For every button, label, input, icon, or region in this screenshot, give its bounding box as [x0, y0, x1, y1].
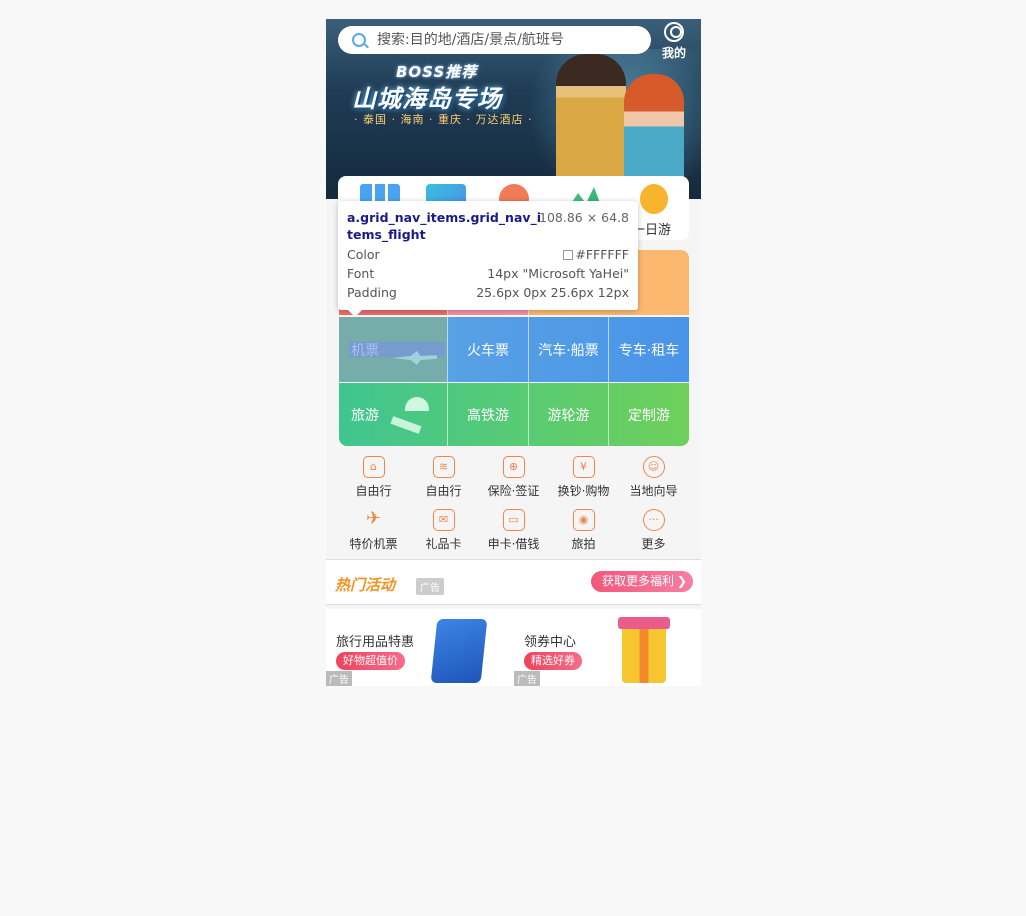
credit-card-icon: ▭ [502, 509, 525, 531]
icon-item-insurance-visa[interactable]: ⊕ 保险·签证 [476, 456, 551, 499]
grid-label-bus-ship: 汽车·船票 [538, 342, 599, 359]
grid-cell-cruise[interactable]: 游轮游 [528, 383, 608, 446]
promo-banner[interactable]: BOSS推荐 山城海岛专场 · 泰国 · 海南 · 重庆 · 万达酒店 · 我的 [326, 19, 701, 199]
inspector-padding-value: 25.6px 0px 25.6px 12px [476, 285, 629, 300]
promo-tag: 好物超值价 [336, 652, 405, 670]
icon-label: 自由行 [355, 484, 392, 498]
icon-label: 更多 [641, 537, 666, 551]
shield-icon: ⊕ [502, 456, 525, 478]
grid-row-transport: 机票 火车票 汽车·船票 专车·租车 [339, 317, 689, 382]
inspector-padding-row: Padding 25.6px 0px 25.6px 12px [347, 285, 629, 300]
color-swatch-icon [563, 250, 574, 260]
grid-label-car-rental: 专车·租车 [618, 342, 680, 359]
hot-activities-title: 热门活动 [335, 576, 396, 594]
promo-card-coupon-center[interactable]: 领券中心 精选好券 广告 [514, 609, 701, 686]
grid-cell-travel[interactable]: 旅游 [339, 383, 447, 446]
user-icon [664, 22, 684, 42]
inspector-color-row: Color #FFFFFF [347, 247, 629, 262]
inspector-color-label: Color [347, 247, 380, 262]
backpack-icon: ⌂ [362, 456, 385, 478]
wifi-card-icon: ≋ [432, 456, 455, 478]
grid-label-travel: 旅游 [351, 407, 379, 424]
banner-headline: 山城海岛专场 [352, 85, 502, 113]
icon-label: 当地向导 [629, 484, 678, 498]
grid-cell-flight[interactable]: 机票 [339, 317, 447, 382]
shopping-bag-icon: ¥ [572, 456, 595, 478]
icon-item-travel-photo[interactable]: ◉ 旅拍 [546, 509, 621, 552]
ad-label: 广告 [326, 671, 352, 686]
icon-item-credit-loan[interactable]: ▭ 申卡·借钱 [476, 509, 551, 552]
icon-label: 自由行 [425, 484, 462, 498]
inspector-font-label: Font [347, 266, 375, 281]
guide-hat-icon: ☺ [642, 456, 665, 478]
icon-item-gift-card[interactable]: ✉ 礼品卡 [406, 509, 481, 552]
grid-cell-train[interactable]: 火车票 [447, 317, 528, 382]
inspector-color-value-wrap: #FFFFFF [563, 247, 629, 262]
grid-label-cruise: 游轮游 [547, 407, 590, 424]
icon-item-exchange-shopping[interactable]: ¥ 换钞·购物 [546, 456, 621, 499]
icon-item-free-travel[interactable]: ⌂ 自由行 [336, 456, 411, 499]
icon-label: 换钞·购物 [557, 484, 610, 498]
grid-label-train: 火车票 [467, 342, 509, 359]
icon-label: 礼品卡 [425, 537, 462, 551]
banner-subline: · 泰国 · 海南 · 重庆 · 万达酒店 · [354, 113, 533, 126]
icon-item-more[interactable]: ··· 更多 [616, 509, 691, 552]
icon-label: 特价机票 [349, 537, 398, 551]
search-input[interactable] [377, 32, 637, 48]
grid-label-rail-tour: 高铁游 [467, 407, 509, 424]
icon-label: 旅拍 [571, 537, 596, 551]
promo-title: 旅行用品特惠 [336, 635, 415, 650]
inspector-padding-label: Padding [347, 285, 397, 300]
grid-cell-bus-ship[interactable]: 汽车·船票 [528, 317, 608, 382]
beach-chair-icon [390, 416, 422, 434]
icon-label: 保险·签证 [487, 484, 540, 498]
icon-item-cheap-flights[interactable]: ✈ 特价机票 [336, 509, 411, 552]
icon-label: 申卡·借钱 [487, 537, 540, 551]
hot-activities-bar: 热门活动 广告 获取更多福利 [326, 559, 701, 605]
ad-label: 广告 [514, 671, 540, 686]
grid-row-travel: 旅游 高铁游 游轮游 定制游 [339, 383, 689, 446]
ad-badge: 广告 [416, 578, 444, 595]
gift-box-icon [618, 617, 670, 683]
promo-card-travel-goods[interactable]: 旅行用品特惠 好物超值价 广告 [326, 609, 513, 686]
gift-card-icon: ✉ [432, 509, 455, 531]
search-icon [352, 33, 366, 47]
my-account-button[interactable]: 我的 [658, 22, 690, 61]
search-bar[interactable] [338, 26, 651, 54]
promo-title: 领券中心 [524, 635, 577, 650]
mobile-page: BOSS推荐 山城海岛专场 · 泰国 · 海南 · 重庆 · 万达酒店 · 我的… [326, 19, 701, 686]
inspector-font-value: 14px "Microsoft YaHei" [487, 266, 629, 281]
grid-cell-car-rental[interactable]: 专车·租车 [608, 317, 689, 382]
inspector-selector: a.grid_nav_items.grid_nav_items_flight [347, 210, 542, 242]
devtools-inspector-tooltip: a.grid_nav_items.grid_nav_items_flight 1… [338, 201, 638, 317]
camera-icon: ◉ [572, 509, 595, 531]
grid-cell-custom-tour[interactable]: 定制游 [608, 383, 689, 446]
inspector-size: 108.86 × 64.8 [539, 210, 629, 225]
icon-item-local-guide[interactable]: ☺ 当地向导 [616, 456, 691, 499]
inspector-color-value: #FFFFFF [575, 247, 629, 262]
umbrella-icon [405, 397, 429, 411]
grid-cell-rail-tour[interactable]: 高铁游 [447, 383, 528, 446]
plane-icon: ✈ [365, 508, 382, 529]
grid-label-custom-tour: 定制游 [628, 407, 670, 424]
day-trip-icon[interactable] [640, 184, 668, 214]
more-benefits-button[interactable]: 获取更多福利 [591, 571, 693, 592]
promo-tag: 精选好券 [524, 652, 582, 670]
grid-label-flight: 机票 [351, 342, 379, 359]
promo-cards: 旅行用品特惠 好物超值价 广告 领券中心 精选好券 广告 [326, 609, 701, 686]
travel-box-icon [430, 619, 488, 683]
inspector-font-row: Font 14px "Microsoft YaHei" [347, 266, 629, 281]
my-account-label: 我的 [661, 46, 686, 60]
more-icon: ··· [642, 509, 665, 531]
icon-item-free-travel-2[interactable]: ≋ 自由行 [406, 456, 481, 499]
icon-list: ⌂ 自由行 ≋ 自由行 ⊕ 保险·签证 ¥ 换钞·购物 ☺ 当地向导 ✈ 特价机… [326, 452, 701, 559]
